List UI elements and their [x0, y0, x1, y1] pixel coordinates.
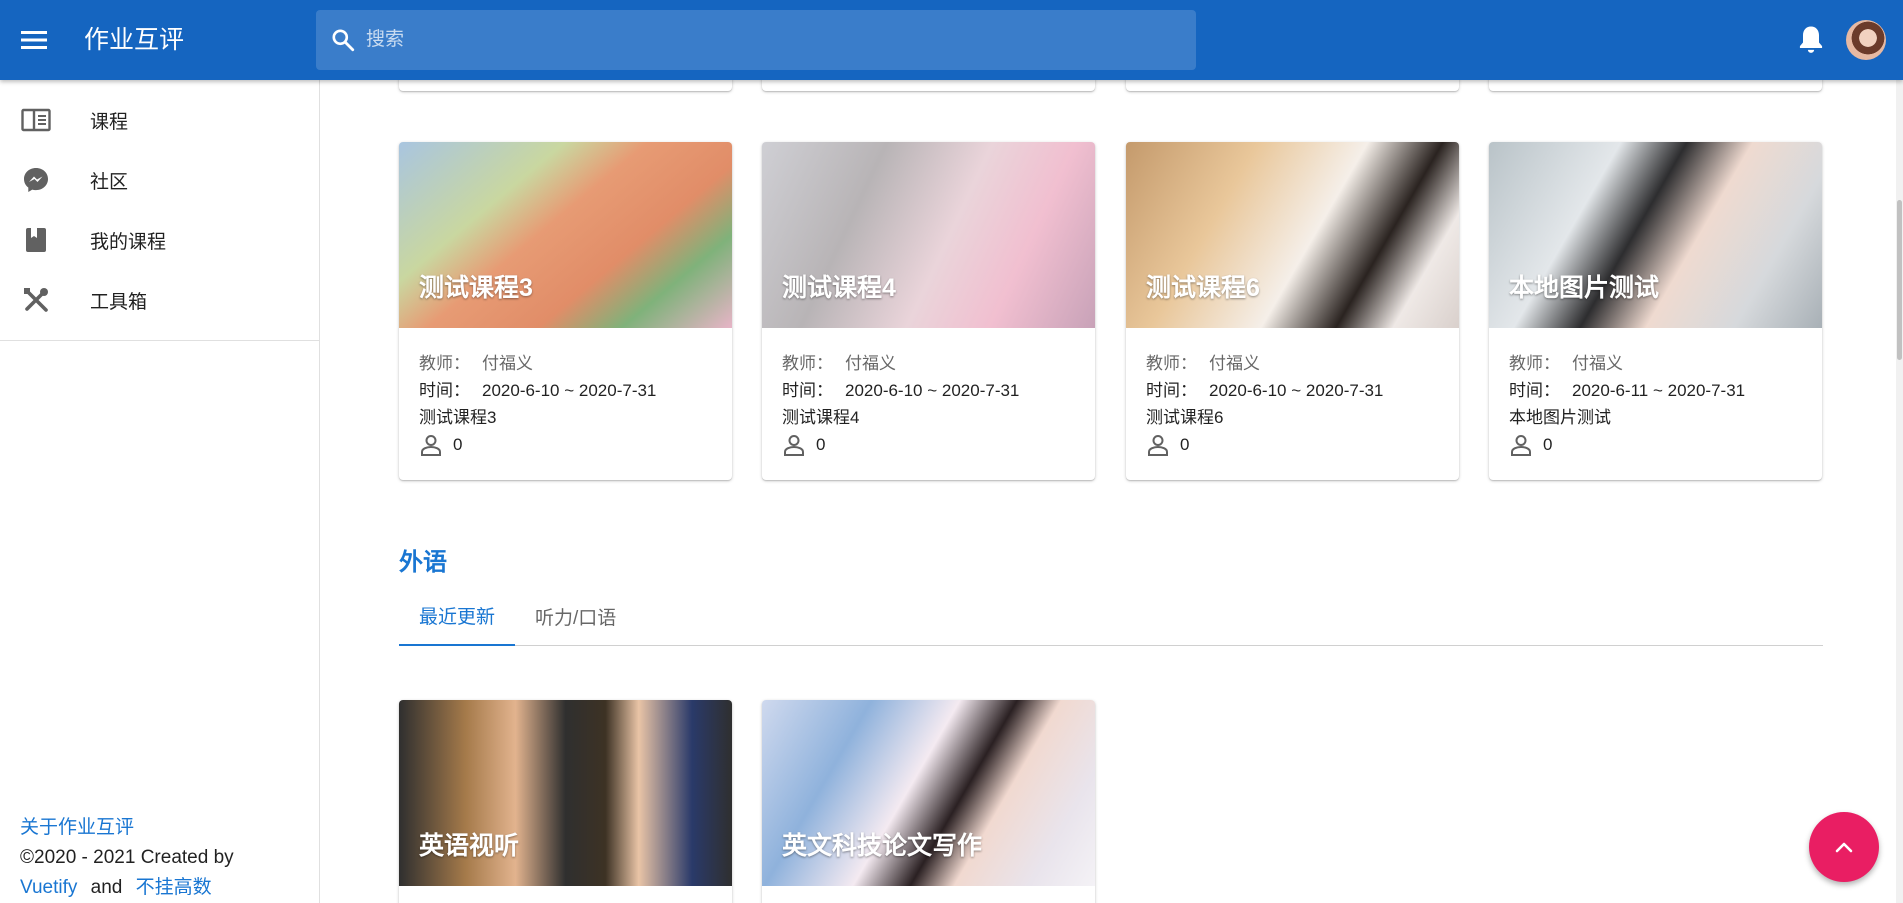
author-link[interactable]: 不挂高数	[136, 877, 212, 898]
course-card[interactable]: 测试课程6 教师： 付福义 时间： 2020-6-10 ~ 2020-7-31 测试…	[1126, 142, 1459, 480]
navigation-drawer: 课程 社区 我的课程 工具箱 关于作业互评 ©2020 - 2021 Creat…	[0, 80, 320, 903]
sidebar-item-courses[interactable]: 课程	[0, 90, 319, 150]
person-icon	[784, 434, 804, 456]
app-title[interactable]: 作业互评	[84, 24, 184, 56]
course-card-title: 英语视听	[419, 832, 520, 860]
course-card-body: 教师： 付福义 时间： 2020-6-10 ~ 2020-7-31 测试课程4 0	[762, 328, 1095, 478]
section-tabs: 最近更新 听力/口语	[399, 586, 1823, 646]
sidebar-item-my-courses[interactable]: 我的课程	[0, 210, 319, 270]
bell-icon	[1799, 26, 1823, 53]
course-card-partial[interactable]	[1126, 80, 1459, 91]
book-icon	[18, 226, 54, 254]
course-card-partial[interactable]	[762, 80, 1095, 91]
course-card[interactable]: 测试课程3 教师： 付福义 时间： 2020-6-10 ~ 2020-7-31 测试…	[399, 142, 732, 480]
time-label: 时间：	[419, 381, 470, 400]
course-card-title: 英文科技论文写作	[782, 832, 983, 860]
course-description: 本地图片测试	[1509, 408, 1611, 427]
sidebar-item-label: 我的课程	[90, 231, 167, 253]
course-card-body: 教师： 付福义 时间： 2020-6-10 ~ 2020-7-31 测试课程6 0	[1126, 328, 1459, 478]
book-open-icon	[18, 106, 54, 134]
sidebar-item-label: 工具箱	[90, 291, 148, 313]
tab-recent[interactable]: 最近更新	[399, 586, 516, 646]
time-label: 时间：	[1509, 381, 1560, 400]
course-card-title: 测试课程6	[1146, 274, 1260, 302]
student-count: 0	[1180, 435, 1190, 454]
course-description: 测试课程4	[782, 408, 860, 427]
course-cover-image: 测试课程4	[762, 142, 1095, 328]
course-cover-image: 英语视听	[399, 700, 732, 886]
course-card[interactable]: 英文科技论文写作	[762, 700, 1095, 903]
course-description: 测试课程3	[419, 408, 497, 427]
course-cover-image: 英文科技论文写作	[762, 700, 1095, 886]
teacher-label: 教师：	[419, 354, 470, 373]
teacher-label: 教师：	[782, 354, 833, 373]
menu-icon	[21, 31, 47, 49]
course-card-body: 教师： 付福义 时间： 2020-6-10 ~ 2020-7-31 测试课程3 0	[399, 328, 732, 478]
notifications-button[interactable]	[1791, 20, 1831, 60]
course-time: 2020-6-10 ~ 2020-7-31	[1209, 381, 1384, 400]
person-icon	[421, 434, 441, 456]
course-description: 测试课程6	[1146, 408, 1224, 427]
time-label: 时间：	[782, 381, 833, 400]
app-bar: 作业互评	[0, 0, 1903, 80]
person-icon	[1148, 434, 1168, 456]
course-cover-image: 本地图片测试	[1489, 142, 1822, 328]
sidebar-item-label: 社区	[90, 171, 129, 193]
teacher-label: 教师：	[1146, 354, 1197, 373]
course-card[interactable]: 英语视听	[399, 700, 732, 903]
course-time: 2020-6-11 ~ 2020-7-31	[1572, 381, 1746, 400]
user-avatar[interactable]	[1846, 20, 1886, 60]
course-cover-image: 测试课程3	[399, 142, 732, 328]
student-count: 0	[816, 435, 826, 454]
chevron-up-icon	[1835, 842, 1853, 853]
sidebar-item-toolbox[interactable]: 工具箱	[0, 270, 319, 330]
time-label: 时间：	[1146, 381, 1197, 400]
teacher-name: 付福义	[482, 354, 533, 373]
course-card-title: 测试课程4	[782, 274, 896, 302]
course-card-title: 本地图片测试	[1509, 274, 1660, 302]
menu-button[interactable]	[14, 20, 54, 60]
drawer-footer: 关于作业互评 ©2020 - 2021 Created by Vuetify a…	[20, 813, 234, 903]
course-card[interactable]: 本地图片测试 教师： 付福义 时间： 2020-6-11 ~ 2020-7-31 本…	[1489, 142, 1822, 480]
course-time: 2020-6-10 ~ 2020-7-31	[482, 381, 657, 400]
sidebar-item-community[interactable]: 社区	[0, 150, 319, 210]
messenger-icon	[18, 166, 54, 194]
student-count: 0	[1543, 435, 1553, 454]
course-card-partial[interactable]	[1489, 80, 1822, 91]
search-bar[interactable]	[316, 10, 1196, 70]
tab-listening-speaking[interactable]: 听力/口语	[515, 586, 636, 646]
nav-list: 课程 社区 我的课程 工具箱	[0, 80, 319, 341]
course-card-body: 教师： 付福义 时间： 2020-6-11 ~ 2020-7-31 本地图片测试 0	[1489, 328, 1822, 478]
teacher-label: 教师：	[1509, 354, 1560, 373]
course-card[interactable]: 测试课程4 教师： 付福义 时间： 2020-6-10 ~ 2020-7-31 测试…	[762, 142, 1095, 480]
course-card-partial[interactable]	[399, 80, 732, 91]
copyright-text: ©2020 - 2021 Created by	[20, 847, 234, 868]
scrollbar-thumb[interactable]	[1897, 200, 1902, 360]
student-count: 0	[453, 435, 463, 454]
search-input[interactable]	[366, 10, 1196, 70]
vuetify-link[interactable]: Vuetify	[20, 877, 77, 898]
teacher-name: 付福义	[1209, 354, 1260, 373]
sidebar-item-label: 课程	[90, 111, 129, 133]
scroll-to-top-button[interactable]	[1809, 812, 1879, 882]
person-icon	[1511, 434, 1531, 456]
tools-icon	[18, 286, 54, 314]
about-link[interactable]: 关于作业互评	[20, 817, 134, 838]
section-title: 外语	[399, 549, 447, 576]
search-icon	[332, 29, 355, 52]
course-time: 2020-6-10 ~ 2020-7-31	[845, 381, 1020, 400]
main-content: 测试课程3 教师： 付福义 时间： 2020-6-10 ~ 2020-7-31 测试…	[321, 80, 1903, 903]
and-text: and	[90, 877, 123, 898]
course-card-title: 测试课程3	[419, 274, 533, 302]
teacher-name: 付福义	[845, 354, 896, 373]
teacher-name: 付福义	[1572, 354, 1623, 373]
course-cover-image: 测试课程6	[1126, 142, 1459, 328]
